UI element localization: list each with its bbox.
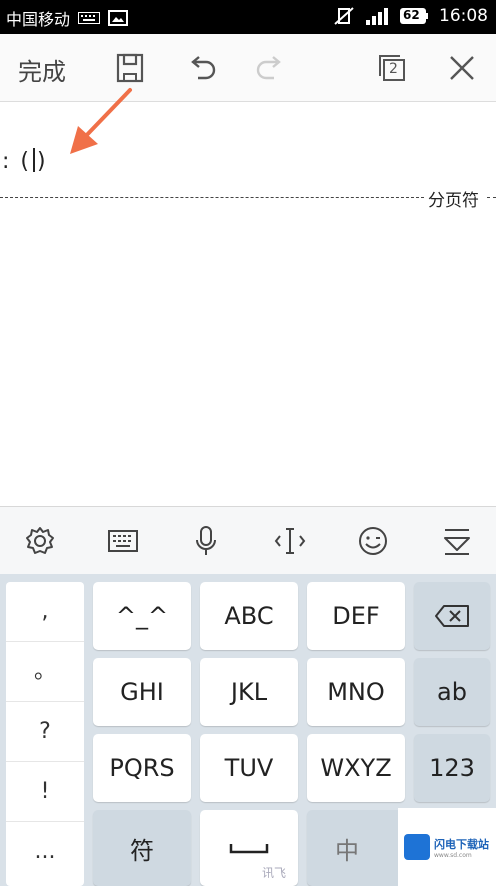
watermark: 闪电下载站 www.sd.com <box>398 808 496 886</box>
page-break-label: 分页符 <box>428 191 479 211</box>
watermark-url: www.sd.com <box>434 851 472 859</box>
cursor-move-icon[interactable] <box>273 524 307 558</box>
backspace-key[interactable] <box>414 582 490 650</box>
signal-icon <box>365 7 389 25</box>
done-button[interactable]: 完成 <box>18 52 66 87</box>
backspace-icon <box>435 605 469 627</box>
carrier-name: 中国移动 <box>6 10 71 29</box>
keyboard-toolbar <box>0 506 496 574</box>
emoji-icon[interactable] <box>356 524 390 558</box>
symbol-key-exclaim[interactable]: ! <box>6 762 84 822</box>
keyboard-status-icon <box>78 12 101 24</box>
status-right: 62 16:08 <box>333 6 488 26</box>
text-before-cursor: : ( <box>2 149 31 174</box>
symbol-key-ellipsis[interactable]: ... <box>6 822 84 882</box>
symbol-key-question[interactable]: ? <box>6 702 84 762</box>
close-icon[interactable] <box>446 52 478 84</box>
image-status-icon <box>108 10 129 26</box>
vibrate-off-icon <box>333 7 355 25</box>
key-language[interactable]: 中 <box>307 810 405 886</box>
keyboard-icon[interactable] <box>106 524 140 558</box>
key-pqrs[interactable]: PQRS <box>93 734 191 802</box>
arrow-annotation-icon <box>70 88 132 154</box>
symbol-key-comma[interactable]: , <box>6 582 84 642</box>
microphone-icon[interactable] <box>189 524 223 558</box>
key-mno[interactable]: MNO <box>307 658 405 726</box>
page-count-icon[interactable]: 2 <box>376 52 408 84</box>
page-break-line-tail <box>487 197 496 198</box>
page-count: 2 <box>389 61 398 77</box>
watermark-name: 闪电下载站 <box>434 837 489 851</box>
symbol-key-period[interactable]: 。 <box>6 642 84 702</box>
undo-icon[interactable] <box>186 52 218 84</box>
key-mode-123[interactable]: 123 <box>414 734 490 802</box>
battery-level: 62 <box>403 8 420 22</box>
symbol-column[interactable]: , 。 ? ! ... <box>6 582 84 886</box>
status-left: 中国移动 <box>6 6 129 30</box>
key-mode-ab[interactable]: ab <box>414 658 490 726</box>
hide-keyboard-icon[interactable] <box>440 524 474 558</box>
text-cursor <box>33 148 35 172</box>
battery-icon: 62 <box>399 7 429 25</box>
key-ghi[interactable]: GHI <box>93 658 191 726</box>
key-symbols[interactable]: 符 <box>93 810 191 886</box>
page-break-line <box>0 197 424 198</box>
redo-icon[interactable] <box>254 52 286 84</box>
key-emoticon[interactable]: ^_^ <box>93 582 191 650</box>
document-text[interactable]: : () <box>2 148 48 174</box>
key-tuv[interactable]: TUV <box>200 734 298 802</box>
status-bar: 中国移动 62 16:08 <box>0 0 496 34</box>
key-abc[interactable]: ABC <box>200 582 298 650</box>
watermark-logo-icon <box>404 834 430 860</box>
settings-gear-icon[interactable] <box>23 524 57 558</box>
key-def[interactable]: DEF <box>307 582 405 650</box>
space-hint: 讯飞 <box>262 866 287 880</box>
key-wxyz[interactable]: WXYZ <box>307 734 405 802</box>
document-area[interactable]: : () 分页符 <box>0 88 496 506</box>
space-icon <box>229 844 269 854</box>
text-after-cursor: ) <box>37 149 48 174</box>
clock: 16:08 <box>439 6 488 26</box>
key-jkl[interactable]: JKL <box>200 658 298 726</box>
save-icon[interactable] <box>114 52 146 84</box>
